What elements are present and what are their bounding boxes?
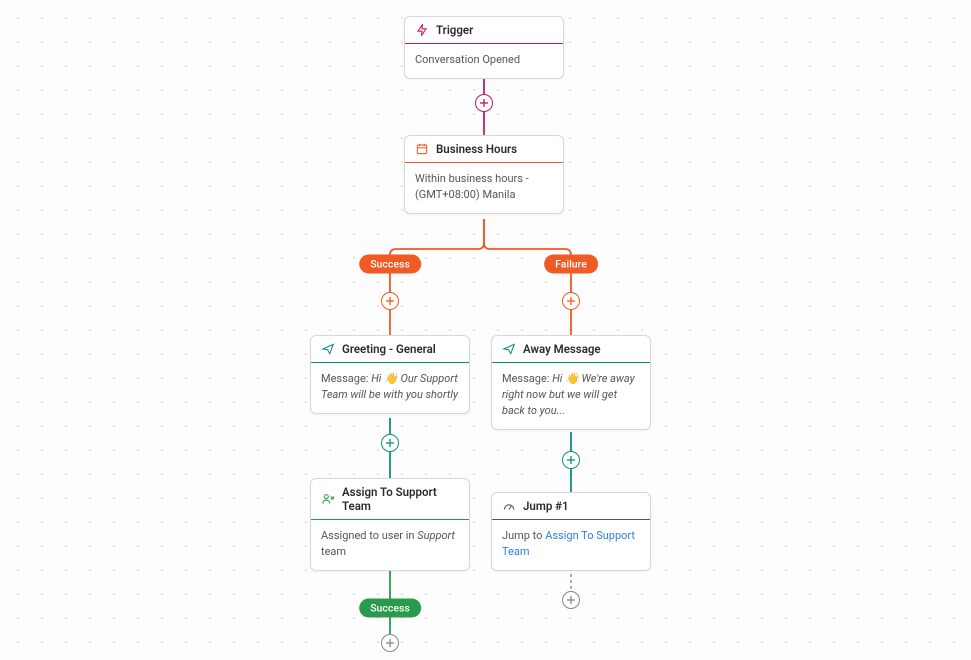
- node-greeting-header: Greeting - General: [311, 336, 469, 363]
- add-step-button[interactable]: [562, 451, 580, 469]
- node-business-hours-header: Business Hours: [405, 136, 563, 163]
- send-icon: [502, 342, 516, 356]
- node-business-hours-title: Business Hours: [436, 142, 517, 156]
- node-assign-body: Assigned to user in Support team: [311, 520, 469, 570]
- node-away-message-title: Away Message: [523, 342, 601, 356]
- node-assign-title: Assign To Support Team: [342, 485, 459, 513]
- add-step-button[interactable]: [562, 292, 580, 310]
- node-assign[interactable]: Assign To Support Team Assigned to user …: [310, 478, 470, 571]
- end-success-pill: Success: [359, 599, 421, 618]
- workflow-canvas[interactable]: Trigger Conversation Opened Business Hou…: [0, 0, 971, 660]
- add-step-button[interactable]: [381, 434, 399, 452]
- node-away-message-body: Message: Hi 👋 We're away right now but w…: [492, 363, 650, 429]
- add-step-button[interactable]: [381, 292, 399, 310]
- node-jump[interactable]: Jump #1 Jump to Assign To Support Team: [491, 492, 651, 571]
- gauge-icon: [502, 499, 516, 513]
- node-trigger-header: Trigger: [405, 17, 563, 44]
- node-greeting-body: Message: Hi 👋 Our Support Team will be w…: [311, 363, 469, 413]
- user-assign-icon: [321, 492, 335, 506]
- node-greeting[interactable]: Greeting - General Message: Hi 👋 Our Sup…: [310, 335, 470, 414]
- node-trigger[interactable]: Trigger Conversation Opened: [404, 16, 564, 79]
- node-away-message[interactable]: Away Message Message: Hi 👋 We're away ri…: [491, 335, 651, 430]
- calendar-icon: [415, 142, 429, 156]
- node-away-message-header: Away Message: [492, 336, 650, 363]
- node-trigger-body: Conversation Opened: [405, 44, 563, 78]
- branch-failure-pill: Failure: [544, 255, 598, 274]
- node-jump-title: Jump #1: [523, 499, 569, 513]
- node-assign-header: Assign To Support Team: [311, 479, 469, 520]
- node-business-hours-body: Within business hours - (GMT+08:00) Mani…: [405, 163, 563, 213]
- add-step-button[interactable]: [381, 634, 399, 652]
- node-business-hours[interactable]: Business Hours Within business hours - (…: [404, 135, 564, 214]
- send-icon: [321, 342, 335, 356]
- add-step-button[interactable]: [562, 591, 580, 609]
- node-jump-header: Jump #1: [492, 493, 650, 520]
- spark-icon: [415, 23, 429, 37]
- node-jump-body: Jump to Assign To Support Team: [492, 520, 650, 570]
- branch-success-pill: Success: [359, 255, 421, 274]
- node-greeting-title: Greeting - General: [342, 342, 436, 356]
- node-trigger-title: Trigger: [436, 23, 473, 37]
- add-step-button[interactable]: [475, 94, 493, 112]
